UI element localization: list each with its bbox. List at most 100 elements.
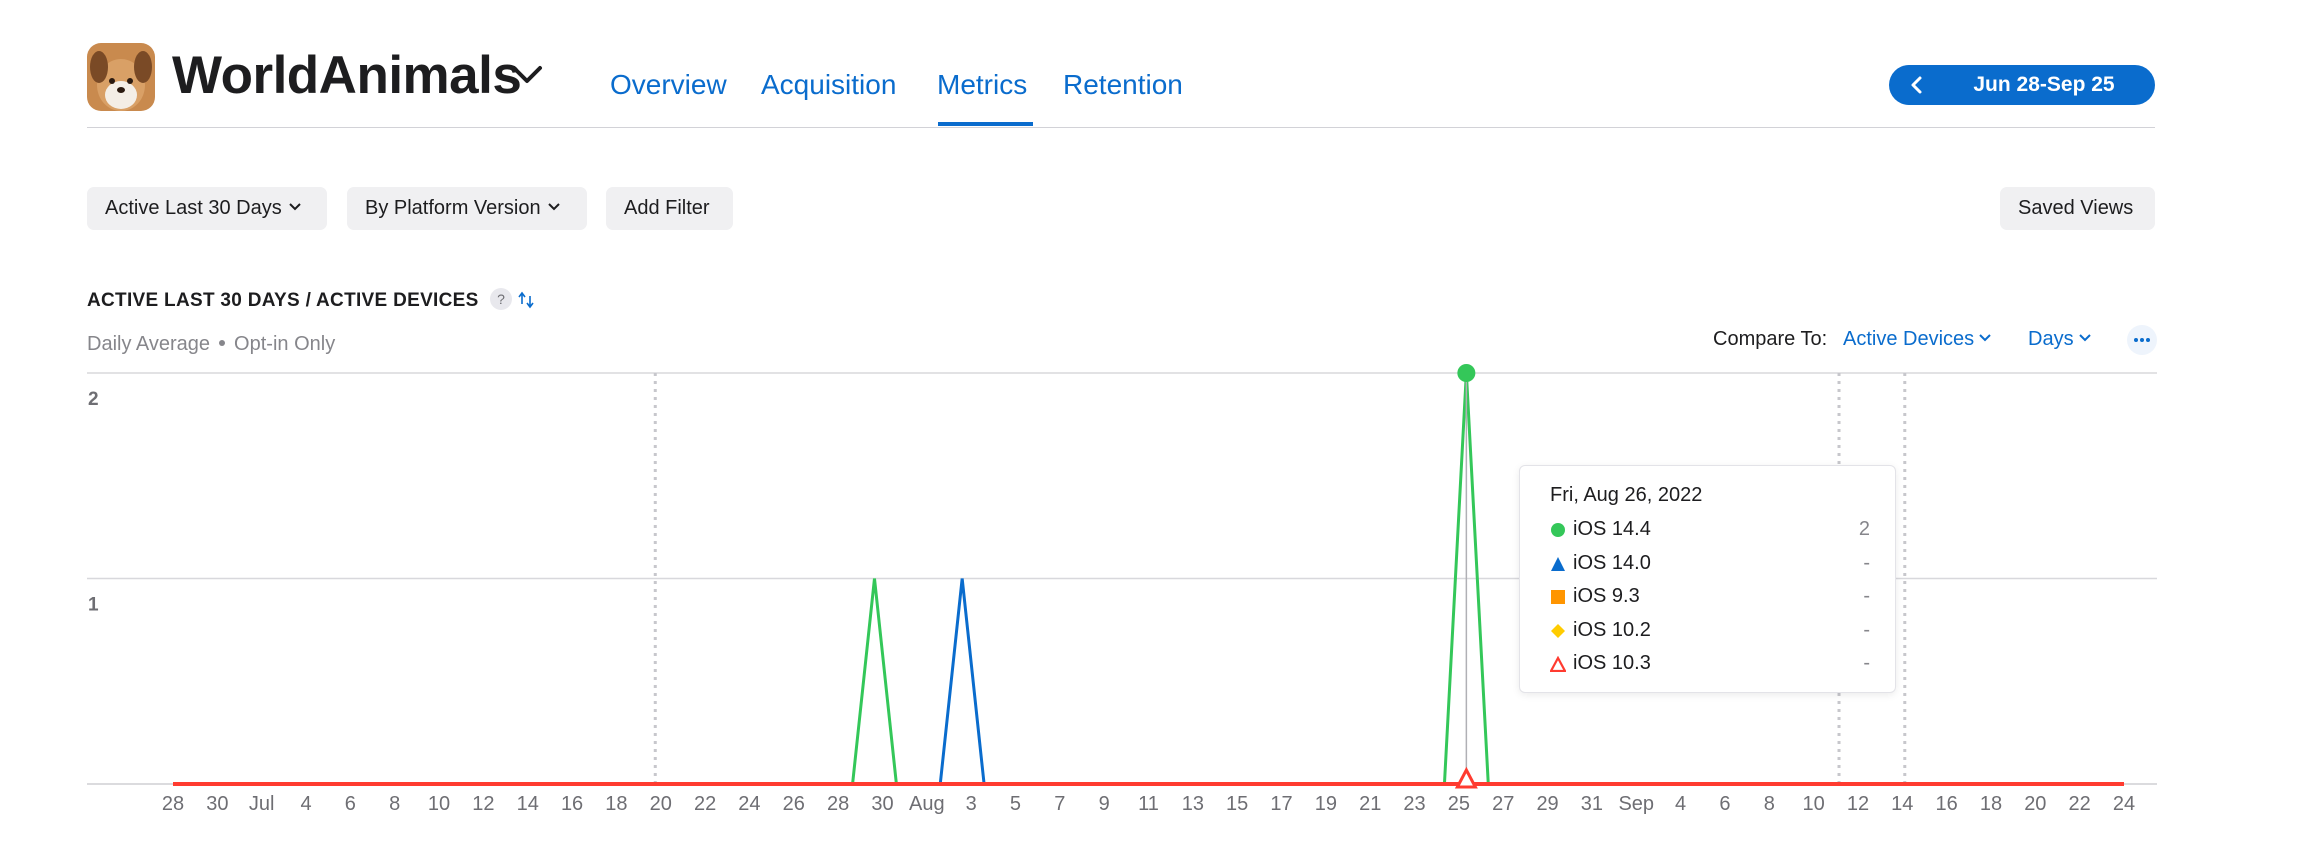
breakdown-filter-button[interactable]: By Platform Version — [347, 187, 587, 230]
x-tick-label: 11 — [1138, 793, 1159, 815]
chart-tooltip: Fri, Aug 26, 2022 iOS 14.4 2 iOS 14.0- iOS … — [1519, 465, 1896, 693]
tooltip-series-value: - — [1863, 551, 1870, 574]
chevron-down-icon — [289, 203, 301, 211]
app-icon — [87, 43, 155, 111]
x-tick-label: 6 — [1719, 793, 1730, 815]
x-tick-label: 16 — [1936, 793, 1958, 815]
chevron-down-icon — [547, 203, 560, 211]
tooltip-series-name: iOS 10.3 — [1573, 652, 1651, 674]
subtitle-daily-average: Daily Average — [87, 333, 211, 355]
x-tick-label: 10 — [428, 793, 450, 815]
breakdown-filter-label: By Platform Version — [365, 197, 541, 219]
x-tick-label: 22 — [2069, 793, 2091, 815]
line-chart: 1228 30 Jul 4 6 8 10 12 14 16 18 20 22 24 26 28 30 Aug 3 5 7… — [87, 364, 2157, 815]
x-tick-label: 27 — [1492, 793, 1514, 815]
swap-icon[interactable] — [518, 290, 534, 310]
x-tick-label: 25 — [1448, 793, 1470, 815]
app-switcher-chevron-icon[interactable] — [510, 62, 544, 88]
subtitle-opt-in: Opt-in Only — [234, 333, 336, 355]
x-tick-label: 6 — [345, 793, 356, 815]
x-tick-label: 18 — [1980, 793, 2002, 815]
active-tab-indicator — [938, 122, 1033, 126]
x-tick-label: 24 — [738, 793, 760, 815]
x-tick-label: 28 — [827, 793, 849, 815]
x-tick-label: 9 — [1099, 793, 1110, 815]
square-marker-icon — [1551, 590, 1565, 604]
compare-metric-label: Active Devices — [1843, 328, 1975, 350]
diamond-marker-icon — [1551, 623, 1565, 638]
app-name: WorldAnimals — [172, 46, 522, 105]
tooltip-row: iOS 14.0 - — [1550, 550, 1870, 578]
x-tick-label: 30 — [206, 793, 228, 815]
x-tick-label: 8 — [389, 793, 400, 815]
granularity-select[interactable]: Days — [2028, 328, 2091, 351]
saved-views-button[interactable]: Saved Views — [2000, 187, 2155, 230]
granularity-label: Days — [2028, 328, 2074, 350]
chevron-down-icon — [1979, 334, 1991, 342]
tooltip-series-value: - — [1863, 585, 1870, 607]
x-tick-label: 5 — [1010, 793, 1021, 815]
separator-dot — [219, 340, 226, 346]
x-tick-label: 20 — [650, 793, 672, 815]
more-options-icon[interactable] — [2127, 325, 2157, 355]
tab-retention[interactable]: Retention — [1063, 68, 1183, 102]
chevron-down-icon — [2078, 334, 2091, 342]
data-point — [1454, 766, 1478, 789]
x-tick-label: 14 — [517, 793, 539, 815]
tab-acquisition[interactable]: Acquisition — [761, 68, 896, 102]
x-tick-label: 29 — [1536, 793, 1558, 815]
tooltip-series-name: iOS 14.0 — [1573, 551, 1651, 574]
tooltip-series-value: - — [1863, 652, 1870, 674]
x-tick-label: Jul — [249, 793, 275, 815]
y-tick-label: 2 — [88, 389, 99, 410]
tab-metrics[interactable]: Metrics — [937, 68, 1027, 102]
measure-filter-button[interactable]: Active Last 30 Days — [87, 187, 327, 230]
x-tick-label: 13 — [1182, 793, 1204, 815]
data-point — [1457, 364, 1476, 382]
triangle-marker-icon — [1551, 556, 1565, 571]
x-tick-label: Sep — [1618, 793, 1654, 815]
y-tick-label: 1 — [88, 595, 99, 616]
x-tick-label: 19 — [1315, 793, 1337, 815]
tooltip-series-name: iOS 9.3 — [1573, 585, 1640, 607]
compare-metric-select[interactable]: Active Devices — [1843, 328, 1991, 351]
x-tick-label: 21 — [1359, 793, 1381, 815]
compare-to-label: Compare To: — [1713, 328, 1828, 350]
x-tick-label: 31 — [1581, 793, 1603, 815]
tooltip-series-name: iOS 14.4 — [1573, 518, 1651, 540]
date-range-button[interactable]: Jun 28-Sep 25 — [1889, 65, 2155, 105]
tooltip-series-value: - — [1863, 618, 1870, 641]
x-tick-label: 14 — [1891, 793, 1913, 815]
x-tick-label: 10 — [1802, 793, 1824, 815]
help-icon[interactable]: ? — [490, 288, 512, 310]
tooltip-row: iOS 9.3 - — [1550, 583, 1870, 611]
x-tick-label: 22 — [694, 793, 716, 815]
x-tick-label: 4 — [300, 793, 311, 815]
chart-subtitle: Daily Average Opt-in Only — [87, 333, 335, 356]
x-tick-label: Aug — [909, 793, 945, 815]
tab-overview[interactable]: Overview — [610, 68, 727, 102]
x-tick-label: 3 — [966, 793, 977, 815]
measure-filter-label: Active Last 30 Days — [105, 197, 282, 219]
x-tick-label: 12 — [1847, 793, 1869, 815]
x-tick-label: 18 — [605, 793, 627, 815]
x-tick-label: 24 — [2113, 793, 2135, 815]
tooltip-row: iOS 10.2 - — [1550, 617, 1870, 645]
tooltip-row: iOS 14.4 2 — [1550, 516, 1870, 544]
chevron-left-icon[interactable] — [1905, 73, 1929, 97]
tooltip-row: iOS 10.3 - — [1550, 650, 1870, 678]
x-tick-label: 17 — [1270, 793, 1292, 815]
x-tick-label: 8 — [1764, 793, 1775, 815]
header-divider — [87, 127, 2155, 128]
date-range-label: Jun 28-Sep 25 — [1973, 73, 2115, 96]
chart-title: ACTIVE LAST 30 DAYS / ACTIVE DEVICES — [87, 290, 479, 311]
x-tick-label: 7 — [1054, 793, 1065, 815]
x-tick-label: 20 — [2024, 793, 2046, 815]
x-tick-label: 28 — [162, 793, 184, 815]
x-tick-label: 12 — [472, 793, 494, 815]
triangle-outline-marker-icon — [1550, 656, 1566, 672]
x-tick-label: 4 — [1675, 793, 1686, 815]
x-tick-label: 30 — [871, 793, 893, 815]
x-tick-label: 15 — [1226, 793, 1248, 815]
add-filter-button[interactable]: Add Filter — [606, 187, 733, 230]
